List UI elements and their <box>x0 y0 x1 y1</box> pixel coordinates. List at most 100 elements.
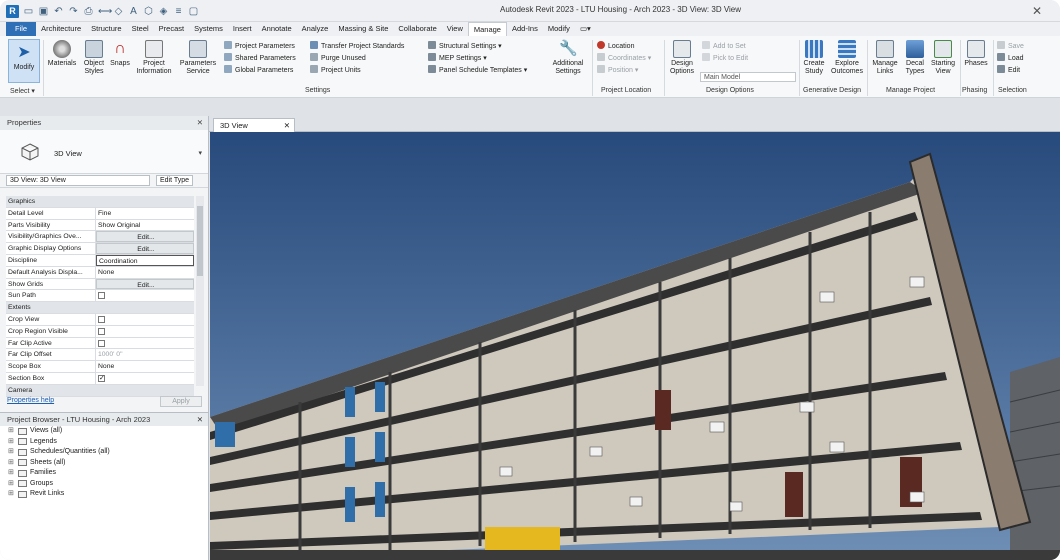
design-options-button[interactable]: Design Options <box>667 40 697 76</box>
position-button[interactable]: Position ▾ <box>597 65 638 76</box>
starting-view-button[interactable]: Starting View <box>929 40 957 76</box>
property-value[interactable] <box>96 325 194 337</box>
tab-insert[interactable]: Insert <box>228 22 257 36</box>
thin-lines-icon[interactable]: ≡ <box>173 6 184 17</box>
properties-scrollbar[interactable] <box>196 196 204 386</box>
property-row[interactable]: Show Grids Edit... <box>6 278 194 291</box>
tab-steel[interactable]: Steel <box>127 22 154 36</box>
explore-outcomes-button[interactable]: Explore Outcomes <box>829 40 865 76</box>
expand-icon[interactable]: ⊞ <box>8 489 15 500</box>
property-row[interactable]: Section Box <box>6 372 194 385</box>
tab-systems[interactable]: Systems <box>189 22 228 36</box>
global-parameters-button[interactable]: Global Parameters <box>224 65 293 76</box>
property-category[interactable]: Graphics <box>6 196 194 208</box>
parameters-service-button[interactable]: Parameters Service <box>176 40 220 76</box>
save-selection-button[interactable]: Save <box>997 41 1024 52</box>
chevron-down-icon[interactable]: ▾ <box>198 149 202 157</box>
tab-architecture[interactable]: Architecture <box>36 22 86 36</box>
load-selection-button[interactable]: Load <box>997 53 1024 64</box>
purge-unused-button[interactable]: Purge Unused <box>310 53 366 64</box>
create-study-button[interactable]: Create Study <box>801 40 827 76</box>
manage-links-button[interactable]: Manage Links <box>870 40 900 76</box>
tab-analyze[interactable]: Analyze <box>297 22 334 36</box>
edit-selection-button[interactable]: Edit <box>997 65 1020 76</box>
expand-icon[interactable]: ⊞ <box>8 479 15 490</box>
property-value[interactable] <box>96 290 194 302</box>
browser-item[interactable]: ⊞ Groups <box>0 479 208 490</box>
project-units-button[interactable]: Project Units <box>310 65 361 76</box>
print-icon[interactable]: ⎙ <box>83 6 94 17</box>
edit-button[interactable]: Edit... <box>96 231 194 243</box>
select-panel-label[interactable]: Select ▾ <box>10 87 35 95</box>
property-value[interactable] <box>96 372 194 384</box>
expand-icon[interactable]: ⊞ <box>8 468 15 479</box>
property-row[interactable]: Visibility/Graphics Ove... Edit... <box>6 231 194 244</box>
transfer-standards-button[interactable]: Transfer Project Standards <box>310 41 404 52</box>
tab-massing-site[interactable]: Massing & Site <box>333 22 393 36</box>
tab-modify[interactable]: Modify <box>543 22 575 36</box>
object-styles-button[interactable]: Object Styles <box>80 40 108 76</box>
phases-button[interactable]: Phases <box>962 40 990 68</box>
property-value[interactable]: Fine <box>96 207 194 219</box>
tab-annotate[interactable]: Annotate <box>257 22 297 36</box>
expand-icon[interactable]: ⊞ <box>8 458 15 469</box>
property-row[interactable]: Scope Box None <box>6 361 194 373</box>
property-row[interactable]: Sun Path <box>6 290 194 303</box>
panel-schedule-templates-button[interactable]: Panel Schedule Templates ▾ <box>428 65 527 76</box>
edit-type-button[interactable]: Edit Type <box>156 175 194 186</box>
browser-item[interactable]: ⊞ Sheets (all) <box>0 458 208 469</box>
property-value[interactable]: Coordination <box>96 254 194 266</box>
redo-icon[interactable]: ↷ <box>68 6 79 17</box>
browser-item[interactable]: ⊞ Revit Links <box>0 489 208 500</box>
structural-settings-button[interactable]: Structural Settings ▾ <box>428 41 502 52</box>
add-to-set-button[interactable]: Add to Set <box>702 41 746 52</box>
property-value[interactable]: None <box>96 266 194 278</box>
close-icon[interactable]: ✕ <box>197 116 203 130</box>
location-button[interactable]: Location <box>597 41 634 52</box>
mep-settings-button[interactable]: MEP Settings ▾ <box>428 53 487 64</box>
checkbox[interactable] <box>98 292 105 300</box>
snaps-button[interactable]: ∩ Snaps <box>108 40 132 68</box>
expand-icon[interactable]: ⊞ <box>8 437 15 448</box>
browser-item[interactable]: ⊞ Views (all) <box>0 426 208 437</box>
open-icon[interactable]: ▭ <box>23 6 34 17</box>
property-value[interactable]: Show Original <box>96 219 194 231</box>
project-information-button[interactable]: Project Information <box>134 40 174 76</box>
property-value[interactable] <box>96 313 194 325</box>
property-row[interactable]: Far Clip Active <box>6 337 194 350</box>
save-icon[interactable]: ▣ <box>38 6 49 17</box>
tab-manage[interactable]: Manage <box>467 22 507 36</box>
main-model-select[interactable]: Main Model <box>700 72 796 82</box>
property-value[interactable]: None <box>96 361 194 372</box>
project-parameters-button[interactable]: Project Parameters <box>224 41 295 52</box>
expand-icon[interactable]: ⊞ <box>8 426 15 437</box>
property-category[interactable]: Extents <box>6 302 194 314</box>
section-icon[interactable]: ◈ <box>158 6 169 17</box>
tab-3d-view[interactable]: 3D View ✕ <box>213 118 295 132</box>
property-value[interactable] <box>96 337 194 349</box>
tab-precast[interactable]: Precast <box>154 22 189 36</box>
3d-viewport[interactable] <box>210 132 1060 560</box>
expand-icon[interactable]: ⊞ <box>8 447 15 458</box>
edit-button[interactable]: Edit... <box>96 278 194 290</box>
apply-button[interactable]: Apply <box>160 396 202 407</box>
3d-view-icon[interactable]: ⬡ <box>143 6 154 17</box>
edit-button[interactable]: Edit... <box>96 243 194 254</box>
ribbon-toggle-icon[interactable]: ▭▾ <box>575 22 596 36</box>
additional-settings-button[interactable]: 🔧 Additional Settings <box>548 40 588 76</box>
property-row[interactable]: Far Clip Offset 1000' 0" <box>6 349 194 362</box>
property-row[interactable]: Parts Visibility Show Original <box>6 219 194 232</box>
revit-logo-icon[interactable]: R <box>6 5 19 18</box>
property-row[interactable]: Detail Level Fine <box>6 207 194 220</box>
properties-help-link[interactable]: Properties help <box>7 397 54 404</box>
property-row[interactable]: Default Analysis Displa... None <box>6 266 194 279</box>
tab-collaborate[interactable]: Collaborate <box>393 22 441 36</box>
scroll-thumb[interactable] <box>197 206 203 276</box>
decal-types-button[interactable]: Decal Types <box>902 40 928 76</box>
shared-parameters-button[interactable]: Shared Parameters <box>224 53 296 64</box>
instance-selector[interactable]: 3D View: 3D View <box>6 175 150 186</box>
pick-to-edit-button[interactable]: Pick to Edit <box>702 53 748 64</box>
close-icon[interactable]: ✕ <box>1028 2 1046 20</box>
measure-icon[interactable]: ⟷ <box>98 6 112 17</box>
checkbox[interactable] <box>98 327 105 335</box>
